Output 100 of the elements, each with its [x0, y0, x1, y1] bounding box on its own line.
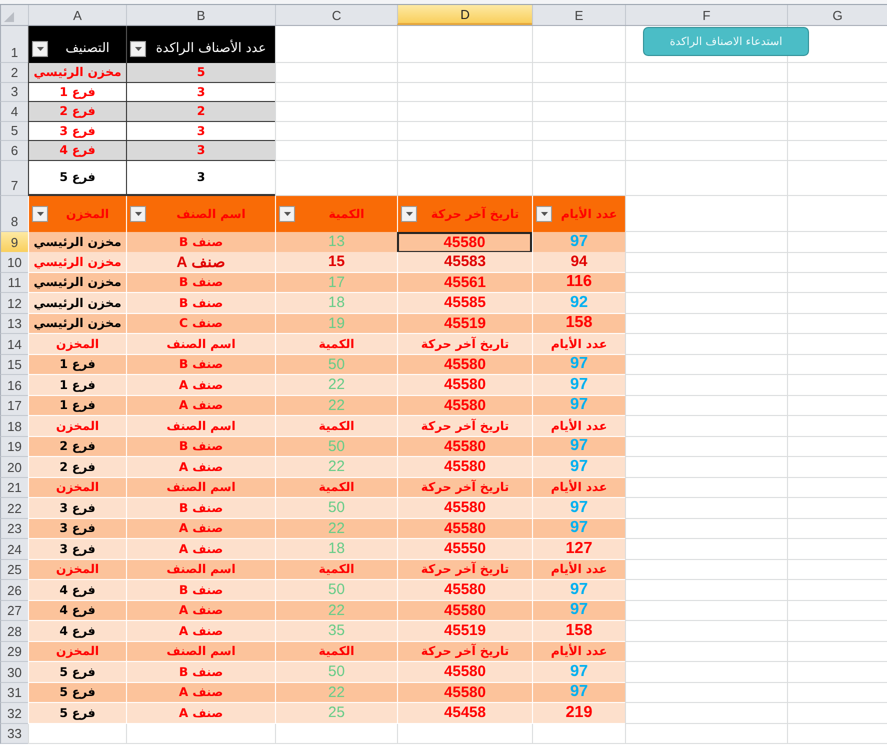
row-header[interactable]: 2	[0, 63, 28, 82]
row-header[interactable]: 16	[0, 375, 28, 396]
table-cell: 97	[532, 436, 625, 457]
filter-button[interactable]	[32, 206, 48, 222]
column-header: عدد الأيام	[532, 560, 625, 580]
row-header[interactable]: 30	[0, 662, 28, 682]
table-cell: صنف A	[126, 457, 275, 478]
column-header[interactable]: C	[275, 5, 397, 25]
caret-icon	[540, 212, 548, 216]
table-cell: صنف B	[126, 436, 275, 457]
table-cell: 45580	[397, 354, 532, 375]
table-cell: فرع 5	[28, 703, 126, 724]
table-cell: 50	[275, 498, 397, 518]
column-header[interactable]: G	[787, 5, 887, 25]
row-header[interactable]: 22	[0, 498, 28, 518]
row-header[interactable]: 7	[0, 160, 28, 196]
row-header[interactable]: 19	[0, 436, 28, 457]
filter-button[interactable]	[401, 206, 417, 222]
row-header[interactable]: 31	[0, 682, 28, 703]
filter-button[interactable]	[279, 206, 295, 222]
table-cell: 45519	[397, 314, 532, 334]
column-header: عدد الأيام	[532, 642, 625, 662]
table-cell: 15	[275, 252, 397, 272]
table-cell: 22	[275, 518, 397, 539]
table-cell: صنف B	[126, 293, 275, 314]
table-cell: مخزن الرئيسي	[28, 314, 126, 334]
column-header: المخزن	[28, 416, 126, 436]
row-header[interactable]: 10	[0, 252, 28, 272]
row-header[interactable]: 8	[0, 196, 28, 232]
row-header[interactable]: 17	[0, 396, 28, 416]
table-cell: 97	[532, 600, 625, 621]
table-cell: صنف A	[126, 621, 275, 642]
caret-icon	[134, 212, 142, 216]
table-cell: 18	[275, 293, 397, 314]
column-header: الكمية	[275, 478, 397, 498]
column-header[interactable]: A	[28, 5, 126, 25]
row-header[interactable]: 26	[0, 580, 28, 600]
row-header[interactable]: 21	[0, 478, 28, 498]
row-header[interactable]: 11	[0, 272, 28, 293]
row-header[interactable]: 5	[0, 122, 28, 141]
column-header: المخزن	[64, 206, 110, 220]
table-cell: 25	[275, 703, 397, 724]
column-header: المخزن	[28, 642, 126, 662]
row-header[interactable]: 15	[0, 354, 28, 375]
column-header: المخزن	[28, 478, 126, 498]
row-header[interactable]: 3	[0, 82, 28, 102]
row-header[interactable]: 12	[0, 293, 28, 314]
row-header[interactable]: 1	[0, 26, 28, 63]
column-header: تاريخ آخر حركة	[397, 416, 532, 436]
table-cell: 22	[275, 682, 397, 703]
row-header[interactable]: 20	[0, 457, 28, 478]
table-cell: 3	[126, 122, 275, 141]
filter-button[interactable]	[130, 40, 146, 56]
row-header[interactable]: 6	[0, 141, 28, 160]
row-header[interactable]: 9	[0, 232, 28, 252]
table-cell: 45583	[397, 252, 532, 272]
table-cell: 50	[275, 662, 397, 682]
row-header[interactable]: 27	[0, 600, 28, 621]
table-cell: 97	[532, 457, 625, 478]
table-cell: مخزن الرئيسي	[28, 63, 126, 82]
table-cell: مخزن الرئيسي	[28, 232, 126, 252]
caret-icon	[406, 212, 412, 216]
table-cell: 158	[532, 314, 625, 334]
column-header: تاريخ آخر حركة	[397, 334, 532, 354]
filter-button[interactable]	[130, 206, 146, 222]
row-header[interactable]: 28	[0, 621, 28, 642]
table-cell: 97	[532, 682, 625, 703]
table-cell: 22	[275, 600, 397, 621]
table-cell: 50	[275, 436, 397, 457]
table-cell: 50	[275, 580, 397, 600]
table-cell: 19	[275, 314, 397, 334]
table-cell: 13	[275, 232, 397, 252]
table-cell: 45580	[397, 682, 532, 703]
row-header[interactable]: 24	[0, 539, 28, 560]
table-cell: 3	[126, 141, 275, 160]
table-cell: فرع 1	[28, 82, 126, 102]
table-cell: صنف C	[126, 314, 275, 334]
row-header[interactable]: 33	[0, 724, 28, 744]
row-header[interactable]: 29	[0, 642, 28, 662]
table-cell: 22	[275, 457, 397, 478]
table-cell: 5	[126, 63, 275, 82]
row-header[interactable]: 13	[0, 314, 28, 334]
column-header: المخزن	[28, 334, 126, 354]
filter-button[interactable]	[32, 40, 48, 56]
row-header[interactable]: 14	[0, 334, 28, 354]
column-header[interactable]: B	[126, 5, 275, 25]
row-header[interactable]: 32	[0, 703, 28, 724]
row-header[interactable]: 18	[0, 416, 28, 436]
filter-button[interactable]	[536, 206, 552, 222]
row-header[interactable]: 23	[0, 518, 28, 539]
table-cell: 45580	[397, 232, 532, 252]
column-header[interactable]: D	[397, 5, 532, 25]
table-cell: 219	[532, 703, 625, 724]
table-cell: 50	[275, 354, 397, 375]
column-header[interactable]: F	[625, 5, 787, 25]
row-header[interactable]: 25	[0, 560, 28, 580]
table-cell: صنف B	[126, 580, 275, 600]
table-cell: 127	[532, 539, 625, 560]
row-header[interactable]: 4	[0, 102, 28, 122]
column-header: اسم الصنف	[126, 642, 275, 662]
